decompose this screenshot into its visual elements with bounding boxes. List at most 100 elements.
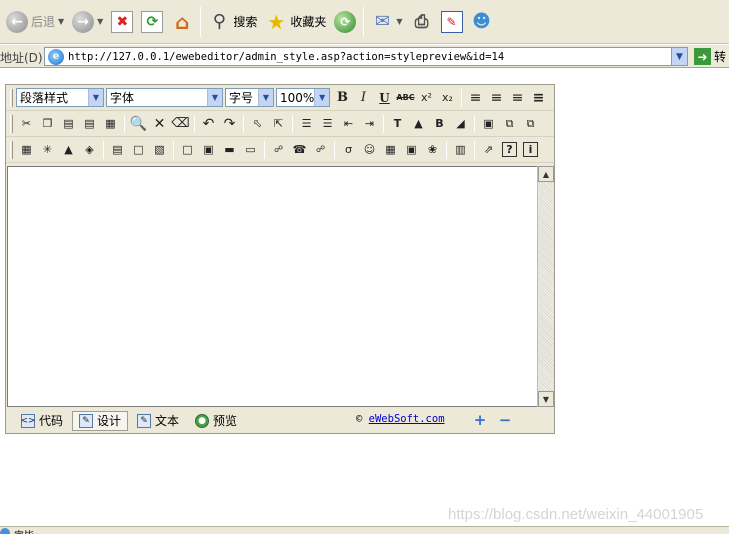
cut-icon[interactable]: ✂ bbox=[16, 113, 37, 135]
stop-button[interactable]: ✖ bbox=[107, 4, 137, 40]
find-icon[interactable]: 🔍 bbox=[128, 113, 149, 135]
mode-tab-text[interactable]: ✎ 文本 bbox=[130, 411, 186, 431]
copyright: © eWebSoft.com bbox=[356, 413, 445, 425]
mode-tab-design[interactable]: ✎ 设计 bbox=[72, 410, 129, 431]
insert-image-icon[interactable]: ▦ bbox=[16, 139, 37, 161]
insert-table-icon[interactable]: ▤ bbox=[107, 139, 128, 161]
table-border-icon[interactable]: □ bbox=[128, 139, 149, 161]
redo-icon[interactable]: ↷ bbox=[219, 113, 240, 135]
messenger-button[interactable]: ☻ bbox=[467, 4, 497, 40]
toolbar-separator bbox=[103, 140, 104, 159]
back-button[interactable]: ← 后退 ▼ bbox=[2, 4, 68, 40]
favorites-button[interactable]: ★ 收藏夹 bbox=[261, 4, 330, 40]
toolbar-grip bbox=[10, 88, 13, 107]
page-break-icon[interactable]: ▥ bbox=[450, 139, 471, 161]
editor-vertical-scrollbar[interactable]: ▲ ▼ bbox=[537, 166, 554, 407]
font-name-value: 字体 bbox=[110, 91, 135, 105]
remove-link-icon[interactable]: ☎ bbox=[289, 139, 310, 161]
about-icon[interactable]: i bbox=[523, 142, 538, 157]
zoom-select[interactable]: 100% ▼ bbox=[276, 88, 330, 107]
paste-text-icon[interactable]: ▤ bbox=[79, 113, 100, 135]
superscript-icon[interactable]: x² bbox=[416, 87, 437, 109]
scroll-down-button[interactable]: ▼ bbox=[538, 391, 554, 407]
ordered-list-icon[interactable]: ☰ bbox=[296, 113, 317, 135]
deselect-icon[interactable]: ⇱ bbox=[268, 113, 289, 135]
emoticon-icon[interactable]: ☺ bbox=[359, 139, 380, 161]
insert-link-icon[interactable]: ☍ bbox=[268, 139, 289, 161]
forward-button[interactable]: → ▼ bbox=[68, 4, 107, 40]
align-left-icon[interactable]: ≡ bbox=[465, 87, 486, 109]
chevron-down-icon: ▼ bbox=[207, 89, 222, 106]
help-icon[interactable]: ? bbox=[502, 142, 517, 157]
subscript-icon[interactable]: x₂ bbox=[437, 87, 458, 109]
stop-icon: ✖ bbox=[111, 10, 134, 33]
align-right-icon[interactable]: ≡ bbox=[507, 87, 528, 109]
go-button[interactable]: ➜ 转 bbox=[694, 48, 726, 65]
insert-marquee-icon[interactable]: ▭ bbox=[240, 139, 261, 161]
address-dropdown-button[interactable]: ▼ bbox=[671, 48, 687, 65]
abs-position-icon[interactable]: ◢ bbox=[450, 113, 471, 135]
maximize-icon[interactable]: ⇗ bbox=[478, 139, 499, 161]
undo-icon[interactable]: ↶ bbox=[198, 113, 219, 135]
bg-color-icon[interactable]: ▲ bbox=[408, 113, 429, 135]
insert-time-icon[interactable]: ▣ bbox=[401, 139, 422, 161]
select-all-icon[interactable]: ⬁ bbox=[247, 113, 268, 135]
anchor-icon[interactable]: ☍ bbox=[310, 139, 331, 161]
insert-media-icon[interactable]: ▲ bbox=[58, 139, 79, 161]
mail-button[interactable]: ✉ ▼ bbox=[367, 4, 406, 40]
delete-icon[interactable]: ✕ bbox=[149, 113, 170, 135]
search-button[interactable]: ⚲ 搜索 bbox=[204, 4, 261, 40]
paste-icon[interactable]: ▤ bbox=[58, 113, 79, 135]
copyright-link[interactable]: eWebSoft.com bbox=[369, 413, 445, 425]
text-color-icon[interactable]: T bbox=[387, 113, 408, 135]
paragraph-style-select[interactable]: 段落样式 ▼ bbox=[16, 88, 104, 107]
insert-file-icon[interactable]: ◈ bbox=[79, 139, 100, 161]
toolbar-separator bbox=[173, 140, 174, 159]
font-size-select[interactable]: 字号 ▼ bbox=[225, 88, 274, 107]
indent-icon[interactable]: ⇥ bbox=[359, 113, 380, 135]
toolbar-separator bbox=[461, 88, 462, 107]
bold-icon[interactable]: B bbox=[332, 87, 353, 109]
scroll-up-button[interactable]: ▲ bbox=[538, 166, 554, 182]
print-button[interactable]: ⎙ bbox=[407, 4, 437, 40]
font-name-select[interactable]: 字体 ▼ bbox=[106, 88, 223, 107]
forward-arrow-icon: → bbox=[72, 10, 95, 33]
insert-iframe-icon[interactable]: ▣ bbox=[198, 139, 219, 161]
paste-word-icon[interactable]: ▦ bbox=[100, 113, 121, 135]
refresh-button[interactable]: ⟳ bbox=[137, 4, 167, 40]
strikethrough-icon[interactable]: ABC bbox=[395, 87, 416, 109]
insert-flash-icon[interactable]: ✳ bbox=[37, 139, 58, 161]
history-button[interactable]: ⟳ bbox=[330, 4, 360, 40]
block-color-icon[interactable]: B bbox=[429, 113, 450, 135]
editor-content-area[interactable] bbox=[7, 166, 537, 407]
insert-form-icon[interactable]: □ bbox=[177, 139, 198, 161]
chevron-down-icon: ▼ bbox=[97, 17, 104, 26]
toolbar-separator bbox=[243, 114, 244, 133]
enlarge-plus-icon[interactable]: + bbox=[472, 411, 488, 429]
italic-icon[interactable]: I bbox=[353, 87, 374, 109]
insert-special-icon[interactable]: ❀ bbox=[422, 139, 443, 161]
eraser-icon[interactable]: ⌫ bbox=[170, 113, 191, 135]
forward-layer-icon[interactable]: ⧉ bbox=[499, 113, 520, 135]
insert-symbol-icon[interactable]: σ bbox=[338, 139, 359, 161]
toolbar-separator bbox=[363, 6, 365, 37]
mode-tab-preview[interactable]: ● 预览 bbox=[188, 411, 244, 431]
underline-icon[interactable]: U bbox=[374, 87, 395, 109]
unordered-list-icon[interactable]: ☰ bbox=[317, 113, 338, 135]
backward-layer-icon[interactable]: ⧉ bbox=[520, 113, 541, 135]
home-button[interactable]: ⌂ bbox=[167, 4, 197, 40]
toolbar-separator bbox=[334, 140, 335, 159]
layer-icon[interactable]: ▣ bbox=[478, 113, 499, 135]
ewebeditor: 段落样式 ▼ 字体 ▼ 字号 ▼ 100% ▼ B I U ABC x² x₂ … bbox=[5, 84, 555, 434]
align-justify-icon[interactable]: ≡ bbox=[528, 87, 549, 109]
copy-icon[interactable]: ❐ bbox=[37, 113, 58, 135]
shrink-minus-icon[interactable]: − bbox=[497, 411, 513, 429]
mode-tab-code[interactable]: <> 代码 bbox=[14, 411, 70, 431]
insert-hr-icon[interactable]: ▬ bbox=[219, 139, 240, 161]
align-center-icon[interactable]: ≡ bbox=[486, 87, 507, 109]
edit-button[interactable]: ✎ bbox=[437, 4, 467, 40]
table-props-icon[interactable]: ▧ bbox=[149, 139, 170, 161]
outdent-icon[interactable]: ⇤ bbox=[338, 113, 359, 135]
insert-date-icon[interactable]: ▦ bbox=[380, 139, 401, 161]
address-field[interactable]: e http://127.0.0.1/ewebeditor/admin_styl… bbox=[44, 47, 688, 66]
